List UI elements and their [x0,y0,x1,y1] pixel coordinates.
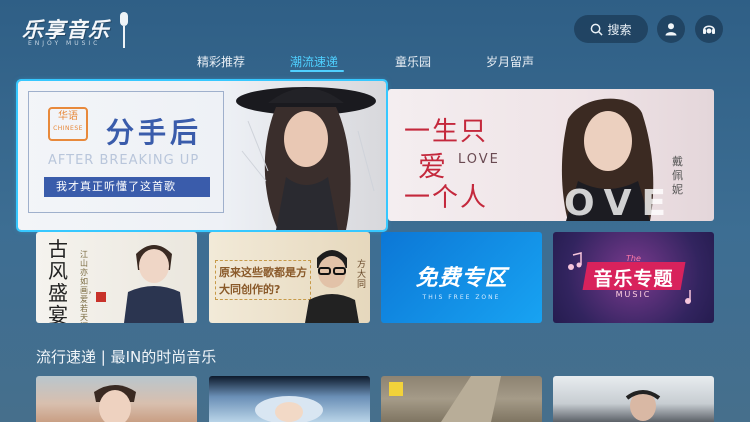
banner-after-breaking-up[interactable]: 华语 CHINESE 分手后 AFTER BREAKING UP 我才真正听懂了… [16,79,388,232]
card-music-topics[interactable]: The 音乐专题 MUSIC [553,232,714,323]
card-title: 古风盛宴 [48,237,68,323]
card-subtitle: THIS FREE ZONE [422,294,501,301]
music-note-icon [568,252,582,270]
search-button[interactable]: 搜索 [574,15,648,43]
banner-b-line3: 一个人 [404,183,489,213]
logo-subtitle: ENJOY MUSIC [28,40,101,47]
tab-classics[interactable]: 岁月留声 [486,53,534,70]
seal-stamp [96,292,106,302]
card-fang-datong[interactable]: 原来这些歌都是方大同创作的? 方大同 [209,232,370,323]
banner-b-love: LOVE [458,152,500,167]
tab-trending[interactable]: 潮流速递 [290,53,338,70]
card-text: 原来这些歌都是方大同创作的? [219,266,307,296]
singer-image [236,87,376,230]
active-tab-indicator [290,70,344,72]
singer-image [625,390,661,421]
song-thumbnail[interactable] [209,376,370,422]
banner-b-overlay-text: OVE [564,183,677,221]
banner-love-one-person[interactable]: 一生只 爱 LOVE 一个人 OVE 戴佩妮 [388,89,714,221]
banner-b-line1: 一生只 [404,117,489,147]
microphone-icon [120,12,128,48]
singer-image [94,385,136,422]
app-logo: 乐享音乐 ENJOY MUSIC [22,8,134,50]
banner-tagline: 我才真正听懂了这首歌 [44,177,210,197]
card-ancient-style[interactable]: 古风盛宴 江山亦如画，爱若天涯 [36,232,197,323]
card-title: 免费专区 [415,266,508,291]
user-icon [665,23,677,36]
banner-title: 分手后 [106,116,203,149]
artist-name: 戴佩妮 [672,155,683,196]
main-nav: 精彩推荐 潮流速递 童乐园 岁月留声 [0,53,750,77]
cover-image [441,376,501,422]
user-button[interactable] [657,15,685,43]
headset-icon [703,25,715,34]
banner-subtitle-en: AFTER BREAKING UP [48,153,200,168]
singer-image [124,245,184,323]
customer-service-button[interactable] [695,15,723,43]
tab-featured[interactable]: 精彩推荐 [197,53,245,70]
search-icon [591,23,604,36]
singer-image [305,250,359,323]
song-thumbnail[interactable] [36,376,197,422]
badge-zh: 华语 [58,111,78,122]
music-note-icon [685,290,691,304]
chinese-badge: 华语 CHINESE [48,107,88,141]
artist-name: 方大同 [357,260,367,290]
section-title: 流行速递 | 最IN的时尚音乐 [36,348,217,366]
cover-image [255,396,323,422]
song-thumbnail[interactable] [381,376,542,422]
card-subtitle: 江山亦如画，爱若天涯 [80,250,96,323]
song-thumbnail[interactable] [553,376,714,422]
tab-kids[interactable]: 童乐园 [395,53,431,70]
search-label: 搜索 [607,22,632,37]
badge-en: CHINESE [53,125,83,132]
card-free-zone[interactable]: 免费专区 THIS FREE ZONE [381,232,542,323]
